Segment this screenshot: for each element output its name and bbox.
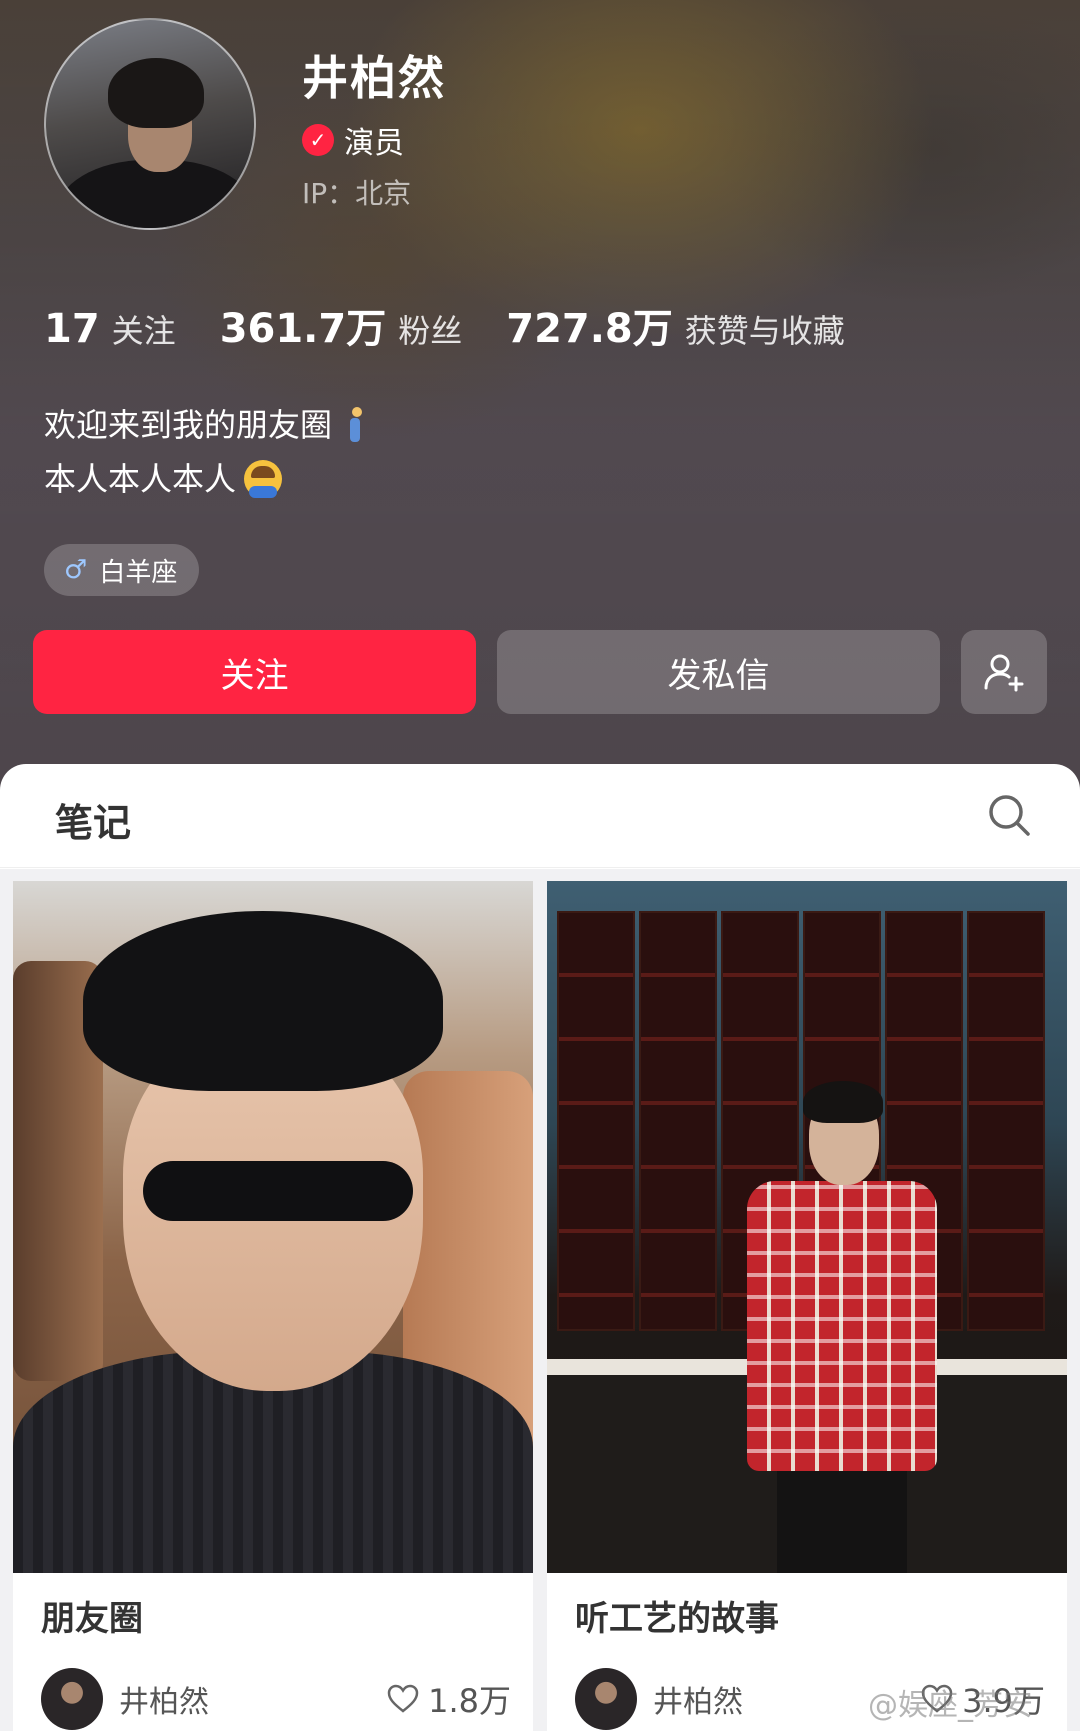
message-button[interactable]: 发私信 bbox=[497, 630, 940, 714]
author-avatar[interactable] bbox=[41, 1668, 103, 1730]
like-button[interactable]: 1.8万 bbox=[386, 1676, 511, 1722]
stat-fans[interactable]: 361.7万 粉丝 bbox=[220, 296, 463, 354]
note-card[interactable]: 朋友圈 井柏然 1.8万 bbox=[13, 881, 533, 1731]
folding-screen-panel bbox=[967, 911, 1045, 1331]
stat-likes-label: 获赞与收藏 bbox=[684, 312, 845, 350]
note-footer: 井柏然 1.8万 bbox=[41, 1667, 511, 1731]
verification-row: ✓ 演员 bbox=[302, 118, 404, 162]
bio-text-1: 欢迎来到我的朋友圈 bbox=[44, 406, 333, 444]
folding-screen-panel bbox=[639, 911, 717, 1331]
zodiac-tag-label: 白羊座 bbox=[99, 557, 178, 588]
person-hair bbox=[803, 1081, 883, 1123]
stat-fans-count: 361.7万 bbox=[219, 306, 387, 352]
bio-text-2: 本人本人本人 bbox=[44, 460, 237, 498]
profile-avatar[interactable] bbox=[44, 18, 256, 230]
notes-tab-bar: 笔记 bbox=[0, 764, 1080, 868]
bio-line-1: 欢迎来到我的朋友圈 bbox=[44, 398, 374, 452]
profile-bio: 欢迎来到我的朋友圈 本人本人本人 bbox=[44, 398, 374, 506]
notes-panel: 笔记 朋友圈 井柏然 1.8万 听工艺的故事 井柏然 3.9万 bbox=[0, 764, 1080, 1731]
author-name[interactable]: 井柏然 bbox=[119, 1677, 209, 1721]
folding-screen-panel bbox=[557, 911, 635, 1331]
stat-following-label: 关注 bbox=[111, 312, 176, 350]
stat-following-count: 17 bbox=[44, 306, 100, 352]
bio-line-2: 本人本人本人 bbox=[44, 452, 374, 506]
sunglasses bbox=[143, 1161, 413, 1221]
person-add-icon bbox=[984, 654, 1024, 692]
profile-header: 井柏然 ✓ 演员 IP：北京 17 关注 361.7万 粉丝 727.8万 获赞… bbox=[0, 0, 1080, 800]
author-avatar[interactable] bbox=[575, 1668, 637, 1730]
notes-feed: 朋友圈 井柏然 1.8万 听工艺的故事 井柏然 3.9万 bbox=[0, 869, 1080, 1731]
person-hair bbox=[83, 911, 443, 1091]
stat-following[interactable]: 17 关注 bbox=[44, 306, 176, 352]
golfer-emoji-icon bbox=[340, 405, 374, 445]
tab-notes[interactable]: 笔记 bbox=[55, 792, 131, 847]
note-cover-image[interactable] bbox=[13, 881, 533, 1573]
ip-location: IP：北京 bbox=[302, 177, 412, 210]
stat-likes[interactable]: 727.8万 获赞与收藏 bbox=[506, 296, 845, 354]
like-count: 1.8万 bbox=[428, 1682, 511, 1720]
plaid-shirt bbox=[747, 1181, 937, 1471]
note-title[interactable]: 朋友圈 bbox=[41, 1591, 143, 1640]
search-icon[interactable] bbox=[984, 790, 1034, 840]
note-card[interactable]: 听工艺的故事 井柏然 3.9万 bbox=[547, 881, 1067, 1731]
avatar-figure-hair bbox=[108, 58, 204, 128]
profile-name: 井柏然 bbox=[302, 51, 446, 105]
male-icon: ♂ bbox=[64, 555, 88, 585]
add-friend-button[interactable] bbox=[961, 630, 1047, 714]
note-cover-image[interactable] bbox=[547, 881, 1067, 1573]
verified-label: 演员 bbox=[344, 126, 404, 161]
zodiac-tag[interactable]: ♂ 白羊座 bbox=[44, 544, 200, 596]
watermark: @娱座_芳安 bbox=[868, 1688, 1033, 1723]
profile-stats: 17 关注 361.7万 粉丝 727.8万 获赞与收藏 bbox=[44, 296, 889, 354]
follow-button[interactable]: 关注 bbox=[33, 630, 476, 714]
person-pants bbox=[777, 1466, 907, 1573]
raising-hand-emoji-icon bbox=[244, 460, 283, 498]
note-title[interactable]: 听工艺的故事 bbox=[575, 1591, 779, 1640]
author-name[interactable]: 井柏然 bbox=[653, 1677, 743, 1721]
stat-likes-count: 727.8万 bbox=[506, 306, 673, 352]
heart-outline-icon bbox=[387, 1684, 419, 1713]
check-circle-icon: ✓ bbox=[302, 124, 334, 156]
stat-fans-label: 粉丝 bbox=[398, 312, 463, 350]
